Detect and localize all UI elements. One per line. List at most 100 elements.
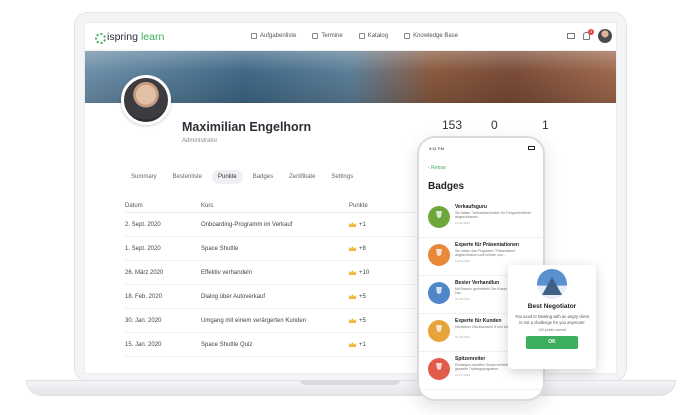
ok-button[interactable]: OK xyxy=(526,336,578,349)
trophy-icon xyxy=(428,206,450,228)
table-row[interactable]: 15. Jan. 2020 Space Shuttle Quiz +1 xyxy=(125,333,415,357)
profile-avatar xyxy=(121,75,171,125)
row-date: 18. Feb. 2020 xyxy=(125,293,163,300)
row-course: Dialog über Autoverkauf xyxy=(201,293,266,300)
profile-name: Maximilian Engelhorn xyxy=(182,120,312,134)
badge-popup: Best Negotiator You aced it! Dealing wit… xyxy=(508,265,596,369)
badge-item[interactable]: Verkaufsguru Sie haben "Verkaufstechnike… xyxy=(419,200,543,238)
laptop-notch xyxy=(300,380,400,385)
phone-time: 9:41 PM xyxy=(429,146,444,151)
crown-icon xyxy=(349,342,356,347)
book-icon xyxy=(404,33,411,39)
logo[interactable]: ispring learn xyxy=(94,31,165,44)
crown-icon xyxy=(349,318,356,323)
bell-icon[interactable]: 3 xyxy=(583,29,594,40)
list-icon xyxy=(251,33,257,39)
row-points-value: +1 xyxy=(359,221,366,228)
row-points-value: +5 xyxy=(359,317,366,324)
phone-status-bar: 9:41 PM xyxy=(429,146,535,151)
mountain-flag-icon xyxy=(537,269,567,299)
back-link[interactable]: ‹ Retour xyxy=(428,165,446,171)
row-date: 1. Sept. 2020 xyxy=(125,245,161,252)
row-course: Umgang mit einem verärgerten Kunden xyxy=(201,317,307,324)
row-points: +1 xyxy=(349,222,409,228)
thumbs-up-icon xyxy=(428,358,450,380)
nav-link-label: Katalog xyxy=(367,33,389,39)
tab-summary[interactable]: Summary xyxy=(125,170,163,184)
profile-role: Administrator xyxy=(182,138,218,144)
table-row[interactable]: 18. Feb. 2020 Dialog über Autoverkauf +5 xyxy=(125,285,415,309)
popup-points: 100 points earned xyxy=(537,328,567,332)
top-nav: ispring learn Aufgabenliste Termine Kata… xyxy=(85,23,616,51)
tab-bestenliste[interactable]: Bestenliste xyxy=(167,170,208,184)
column-header-points[interactable]: Punkte xyxy=(349,203,409,209)
crown-icon xyxy=(349,270,356,275)
logo-icon xyxy=(94,32,106,44)
mountain-icon xyxy=(428,282,450,304)
battery-icon xyxy=(528,146,535,150)
row-points: +1 xyxy=(349,342,409,348)
tab-punkte[interactable]: Punkte xyxy=(212,170,243,184)
nav-link-knowledge-base[interactable]: Knowledge Base xyxy=(404,33,458,39)
balloon-icon xyxy=(428,320,450,342)
calendar-icon xyxy=(312,33,319,39)
crown-icon xyxy=(349,294,356,299)
nav-right: 3 xyxy=(567,29,612,43)
stat-value: 1 xyxy=(542,118,549,132)
badge-desc: Sie haben "Verkaufstechniken für Fortges… xyxy=(455,211,532,220)
popup-desc: You aced it! Dealing with an angry clien… xyxy=(514,314,590,325)
tab-zertifikate[interactable]: Zertifikate xyxy=(283,170,321,184)
nav-link-termine[interactable]: Termine xyxy=(312,33,343,39)
nav-link-katalog[interactable]: Katalog xyxy=(358,33,389,39)
badge-name: Experte für Präsentationen xyxy=(455,242,519,248)
profile-tabs: Summary Bestenliste Punkte Badges Zertif… xyxy=(125,170,359,184)
stat-value: 153 xyxy=(442,118,463,132)
row-points-value: +10 xyxy=(359,269,370,276)
row-points-value: +8 xyxy=(359,245,366,252)
table-row[interactable]: 26. März 2020 Effektiv verhandeln +10 xyxy=(125,261,415,285)
row-points-value: +5 xyxy=(359,293,366,300)
row-points: +5 xyxy=(349,318,409,324)
table-row[interactable]: 30. Jan. 2020 Umgang mit einem verärgert… xyxy=(125,309,415,333)
row-points: +8 xyxy=(349,246,409,252)
badge-text: Experte für Präsentationen Sie haben das… xyxy=(455,242,537,263)
table-row[interactable]: 2. Sept. 2020 Onboarding-Programm im Ver… xyxy=(125,213,415,237)
popup-title: Best Negotiator xyxy=(527,303,577,310)
notification-badge: 3 xyxy=(588,29,594,35)
table-header: Datum Kurs Punkte xyxy=(125,199,415,213)
crown-icon xyxy=(349,222,356,227)
avatar[interactable] xyxy=(598,29,612,43)
row-date: 26. März 2020 xyxy=(125,269,164,276)
mail-icon[interactable] xyxy=(567,33,575,39)
nav-link-label: Knowledge Base xyxy=(413,33,459,39)
row-course: Space Shuttle Quiz xyxy=(201,341,253,348)
tab-badges[interactable]: Badges xyxy=(247,170,279,184)
row-date: 15. Jan. 2020 xyxy=(125,341,162,348)
row-date: 2. Sept. 2020 xyxy=(125,221,161,228)
badge-date: 01.07.2024 xyxy=(455,373,471,377)
nav-links: Aufgabenliste Termine Katalog Knowledge … xyxy=(251,33,458,39)
badge-date: 13.05.2024 xyxy=(455,221,471,225)
stat-value: 0 xyxy=(491,118,498,132)
column-header-course[interactable]: Kurs xyxy=(201,203,349,209)
nav-link-aufgabenliste[interactable]: Aufgabenliste xyxy=(251,33,296,39)
row-points: +5 xyxy=(349,294,409,300)
points-table: Datum Kurs Punkte 2. Sept. 2020 Onboardi… xyxy=(125,199,415,357)
badge-date: 12.06.2024 xyxy=(455,259,471,263)
row-date: 30. Jan. 2020 xyxy=(125,317,162,324)
table-row[interactable]: 1. Sept. 2020 Space Shuttle +8 xyxy=(125,237,415,261)
badge-text: Verkaufsguru Sie haben "Verkaufstechnike… xyxy=(455,204,537,225)
row-course: Effektiv verhandeln xyxy=(201,269,252,276)
phone-title: Badges xyxy=(428,181,465,192)
row-course: Space Shuttle xyxy=(201,245,239,252)
row-points: +10 xyxy=(349,270,409,276)
catalog-icon xyxy=(358,33,365,39)
tab-settings[interactable]: Settings xyxy=(325,170,359,184)
badge-name: Verkaufsguru xyxy=(455,204,487,210)
column-header-date[interactable]: Datum xyxy=(125,203,201,209)
badge-desc: Sie haben das Programm "Präsentation" ab… xyxy=(455,249,516,258)
row-points-value: +1 xyxy=(359,341,366,348)
row-course: Onboarding-Programm im Verkauf xyxy=(201,221,293,228)
crown-icon xyxy=(349,246,356,251)
logo-product: learn xyxy=(140,31,165,43)
